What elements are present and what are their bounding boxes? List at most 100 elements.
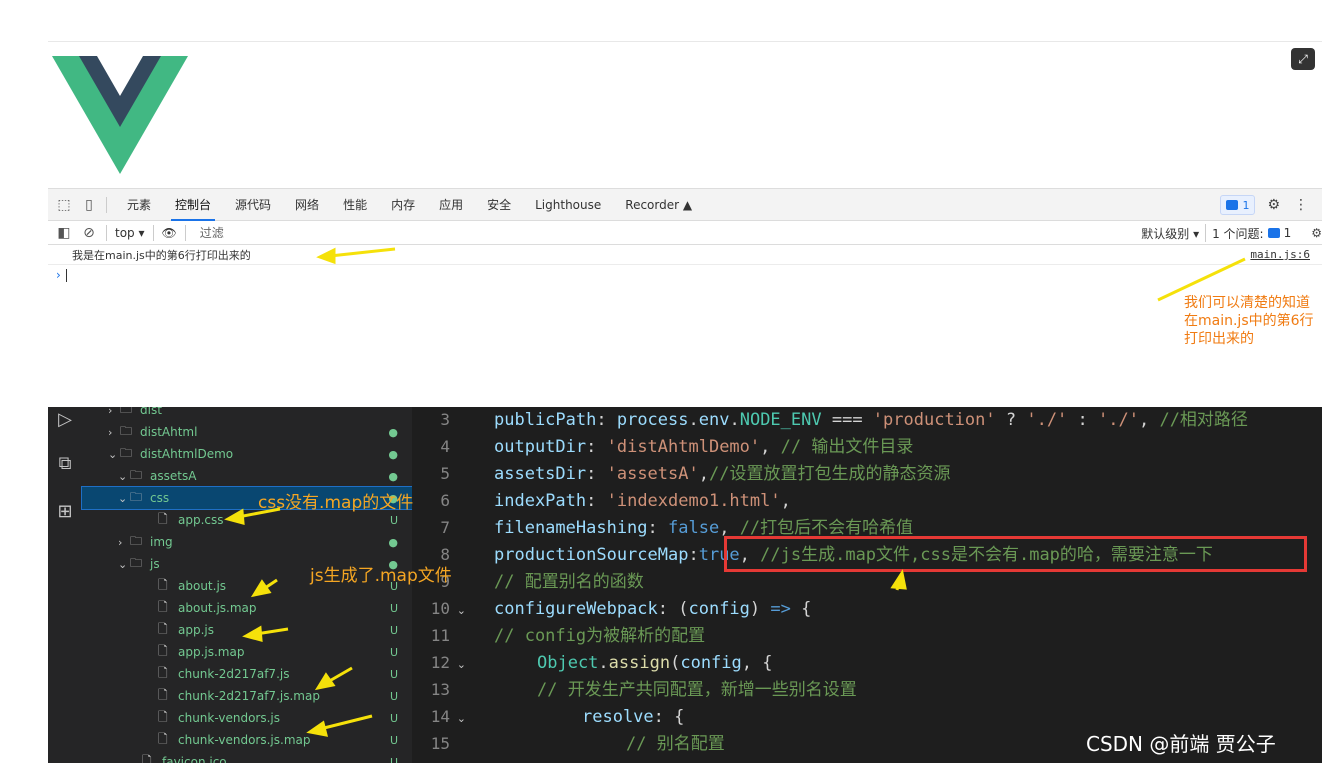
line-number: 14 [430,707,450,726]
clear-console-icon[interactable]: ⊘ [80,224,98,242]
sidebar-toggle-icon[interactable]: ◧ [55,224,73,242]
git-status-badge: ● [388,447,398,461]
settings-icon[interactable]: ⚙ [1311,226,1322,240]
git-status-badge: U [389,733,398,747]
fold-chevron-icon[interactable]: ⌄ [457,658,466,671]
code-area[interactable]: publicPath: process.env.NODE_ENV === 'pr… [494,407,1322,763]
line-number: 4 [440,437,450,456]
file-item[interactable]: 🗋 about.js.map U [82,597,412,619]
file-item[interactable]: 🗋 app.js U [82,619,412,641]
tree-item-label: favicon.ico [162,755,227,763]
vscode-editor: ▷ ⧉ ⊞ › 🗀 dist › 🗀 distAhtml ● ⌄ 🗀 distAhtmlDemo ●… [48,407,1322,763]
fold-chevron-icon[interactable]: ⌄ [457,712,466,725]
chevron-icon: ⌄ [108,447,118,461]
file-item[interactable]: 🗋 chunk-2d217af7.js U [82,663,412,685]
folder-item[interactable]: › 🗀 distAhtml ● [82,421,412,443]
code-line: configureWebpack: (config) => { [494,599,812,619]
tree-item-label: dist [140,407,162,417]
file-item[interactable]: 🗋 favicon.ico U [82,751,412,763]
file-item[interactable]: 🗋 chunk-vendors.js.map U [82,729,412,751]
chevron-icon: › [108,425,113,439]
line-number: 11 [430,626,450,645]
tree-item-label: app.js.map [178,645,245,659]
file-icon: 🗋 [158,687,168,702]
folder-item[interactable]: ⌄ 🗀 distAhtmlDemo ● [82,443,412,465]
css-annotation: css没有.map的文件 [258,493,414,513]
chevron-icon: › [118,535,123,549]
tree-item-label: app.css [178,513,224,527]
git-status-badge: ● [388,469,398,483]
file-item[interactable]: 🗋 chunk-2d217af7.js.map U [82,685,412,707]
code-line: // config为被解析的配置 [494,626,706,646]
divider [48,41,1322,42]
git-status-badge: ● [388,535,398,549]
tree-item-label: distAhtmlDemo [140,447,234,461]
file-icon: 🗋 [158,621,168,636]
folder-icon: 🗀 [130,467,143,482]
tree-item-label: assetsA [150,469,197,483]
gear-icon[interactable]: ⚙ [1267,197,1280,213]
device-toggle-icon[interactable]: ▯ [80,196,98,214]
remote-explorer-icon[interactable]: ⧉ [53,453,77,477]
file-icon: 🗋 [158,643,168,658]
tab-performance[interactable]: 性能 [331,189,379,221]
activity-bar: ▷ ⧉ ⊞ [48,407,82,763]
console-source-link[interactable]: main.js:6 [1250,248,1310,261]
tab-memory[interactable]: 内存 [379,189,427,221]
issues-badge[interactable]: 1 [1220,195,1256,215]
extensions-icon[interactable]: ⊞ [53,501,77,525]
tree-item-label: app.js [178,623,214,637]
tree-item-label: chunk-vendors.js.map [178,733,311,747]
line-number: 10 [430,599,450,618]
tab-sources[interactable]: 源代码 [223,189,283,221]
eye-icon[interactable]: 👁 [162,226,177,240]
tab-lighthouse[interactable]: Lighthouse [523,189,613,221]
tab-application[interactable]: 应用 [427,189,475,221]
line-number: 12 [430,653,450,672]
tab-network[interactable]: 网络 [283,189,331,221]
folder-item[interactable]: ⌄ 🗀 assetsA ● [82,465,412,487]
console-message: 我是在main.js中的第6行打印出来的 [72,248,251,262]
tab-recorder[interactable]: Recorder ▲ [613,189,704,221]
inspect-icon[interactable]: ⬚ [55,196,73,214]
line-number: 13 [430,680,450,699]
context-select[interactable]: top ▾ [115,226,145,240]
chevron-icon: ⌄ [118,469,128,483]
git-status-badge: U [389,601,398,615]
code-line: Object.assign(config, { [537,653,773,673]
folder-item[interactable]: › 🗀 img ● [82,531,412,553]
tree-item-label: chunk-2d217af7.js.map [178,689,320,703]
log-level-select[interactable]: 默认级别 ▾ [1141,225,1199,242]
file-item[interactable]: 🗋 app.js.map U [82,641,412,663]
folder-item[interactable]: › 🗀 dist [82,407,412,421]
git-status-badge: U [389,711,398,725]
issues-chip[interactable]: 1 个问题: 1 [1205,224,1297,242]
folder-icon: 🗀 [130,489,143,504]
code-line: resolve: { [582,707,685,727]
console-toolbar: ◧ ⊘ top ▾ 👁 过滤 默认级别 ▾ 1 个问题: 1 ⚙ [48,221,1322,245]
file-icon: 🗋 [158,511,168,526]
folder-icon: 🗀 [130,533,143,548]
tab-security[interactable]: 安全 [475,189,523,221]
fullscreen-icon[interactable]: ⤢ [1291,48,1315,70]
run-debug-icon[interactable]: ▷ [53,409,77,433]
code-line: outputDir: 'distAhtmlDemo', // 输出文件目录 [494,437,914,457]
console-prompt[interactable]: › [48,265,1322,285]
more-icon[interactable]: ⋮ [1294,197,1308,213]
tab-console[interactable]: 控制台 [163,189,223,221]
line-number: 6 [440,491,450,510]
line-number: 5 [440,464,450,483]
fold-chevron-icon[interactable]: ⌄ [457,604,466,617]
git-status-badge: U [389,667,398,681]
file-icon: 🗋 [158,731,168,746]
tab-elements[interactable]: 元素 [115,189,163,221]
folder-icon: 🗀 [120,407,133,416]
tree-item-label: img [150,535,173,549]
line-number: 15 [430,734,450,753]
git-status-badge: U [389,755,398,763]
tree-item-label: about.js [178,579,227,593]
file-item[interactable]: 🗋 chunk-vendors.js U [82,707,412,729]
line-number: 3 [440,410,450,429]
console-message-row: 我是在main.js中的第6行打印出来的 main.js:6 [48,245,1322,265]
file-icon: 🗋 [158,599,168,614]
